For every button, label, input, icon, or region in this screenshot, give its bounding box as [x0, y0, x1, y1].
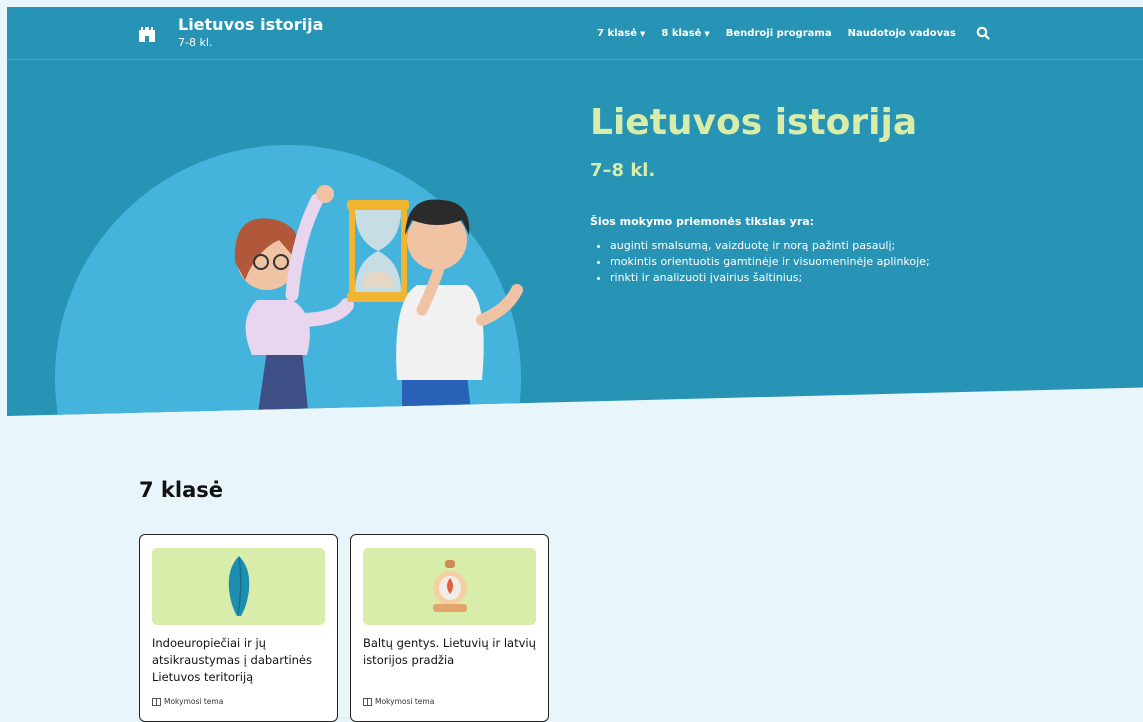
hero-banner: Lietuvos istorija 7–8 kl. Šios mokymo pr…: [7, 60, 1143, 416]
hero-goals-list: auginti smalsumą, vaizduotę ir norą paži…: [590, 238, 950, 286]
main-nav: 7 klasė ▼ 8 klasė ▼ Bendroji programa Naud…: [597, 26, 990, 40]
card-image: [152, 548, 325, 625]
nav-7-klase-label: 7 klasė: [597, 27, 637, 39]
lantern-icon: [433, 560, 467, 612]
site-title: Lietuvos istorija: [178, 15, 324, 34]
card-image: [363, 548, 536, 625]
nav-naudotojo-vadovas[interactable]: Naudotojo vadovas: [848, 28, 956, 39]
card-meta: Mokymosi tema: [152, 697, 223, 706]
topic-card[interactable]: Indoeuropiečiai ir jų atsikraustymas į d…: [139, 534, 338, 722]
nav-bendroji-programa[interactable]: Bendroji programa: [726, 28, 832, 39]
nav-8-klase[interactable]: 8 klasė ▼: [661, 28, 709, 39]
card-meta: Mokymosi tema: [363, 697, 434, 706]
top-navigation-bar: Lietuvos istorija 7-8 kl. 7 klasė ▼ 8 kla…: [7, 7, 1143, 60]
students-hourglass-illustration: [234, 185, 523, 416]
hero-goal-item: mokintis orientuotis gamtinėje ir visuom…: [610, 254, 950, 270]
book-icon: [363, 697, 372, 706]
chevron-down-icon: ▼: [704, 29, 710, 38]
castle-icon: [139, 27, 155, 42]
nav-7-klase[interactable]: 7 klasė ▼: [597, 28, 645, 39]
card-title: Baltų gentys. Lietuvių ir latvių istorij…: [363, 636, 536, 667]
card-meta-label: Mokymosi tema: [375, 697, 435, 706]
site-subtitle: 7-8 kl.: [178, 36, 213, 49]
hero-lead-text: Šios mokymo priemonės tikslas yra:: [590, 215, 815, 228]
search-icon[interactable]: [976, 26, 990, 40]
nav-8-klase-label: 8 klasė: [661, 27, 702, 39]
hero-goal-item: auginti smalsumą, vaizduotę ir norą paži…: [610, 238, 950, 254]
card-meta-label: Mokymosi tema: [164, 697, 224, 706]
hero-goal-item: rinkti ir analizuoti įvairius šaltinius;: [610, 270, 950, 286]
hero-title: Lietuvos istorija: [590, 102, 918, 143]
book-icon: [152, 697, 161, 706]
section-title-7-klase: 7 klasė: [139, 478, 223, 502]
card-title: Indoeuropiečiai ir jų atsikraustymas į d…: [152, 636, 313, 684]
topic-card[interactable]: Baltų gentys. Lietuvių ir latvių istorij…: [350, 534, 549, 722]
stone-axe-icon: [228, 556, 250, 616]
hero-grade: 7–8 kl.: [590, 160, 656, 181]
chevron-down-icon: ▼: [640, 29, 646, 38]
